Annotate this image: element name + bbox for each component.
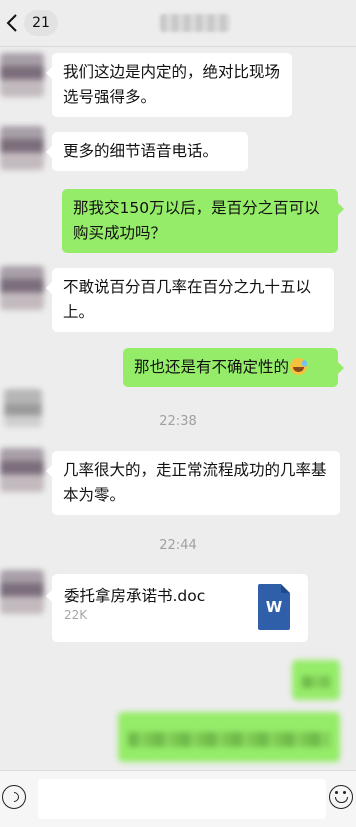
timestamp: 22:44 <box>159 538 197 553</box>
file-name: 委托拿房承诺书.doc <box>64 587 206 605</box>
chat-header: 21 <box>0 0 356 47</box>
message-bubble-incoming[interactable]: 我们这边是内定的，绝对比现场选号强得多。 <box>46 53 292 117</box>
chat-title-blurred <box>160 14 230 32</box>
voice-icon[interactable] <box>2 785 26 809</box>
doc-icon-letter: W <box>265 598 283 616</box>
message-bubble-incoming[interactable]: 几率很大的，走正常流程成功的几率基本为零。 <box>46 451 340 515</box>
chevron-left-icon <box>6 14 17 32</box>
message-bubble-outgoing[interactable]: 那我交150万以后，是百分之百可以购买成功吗？ <box>62 189 344 253</box>
sweat-laugh-emoji-icon <box>290 358 308 375</box>
input-bar <box>0 770 356 827</box>
message-bubble-outgoing[interactable]: 那也还是有不确定性的 <box>123 348 344 387</box>
file-message-card[interactable]: 委托拿房承诺书.doc 22K W <box>46 574 308 642</box>
contact-avatar[interactable] <box>0 448 44 492</box>
unread-count-badge: 21 <box>24 10 58 36</box>
message-text: 那也还是有不确定性的 <box>134 358 290 376</box>
message-bubble-outgoing-blurred[interactable] <box>292 660 340 700</box>
message-bubble-outgoing-blurred[interactable] <box>118 712 340 762</box>
file-size: 22K <box>64 608 88 622</box>
message-input[interactable] <box>38 779 326 819</box>
contact-avatar[interactable] <box>0 570 44 614</box>
emoji-icon[interactable] <box>329 785 353 809</box>
message-bubble-incoming[interactable]: 不敢说百分百几率在百分之九十五以上。 <box>46 268 334 332</box>
back-button[interactable]: 21 <box>4 10 58 36</box>
timestamp: 22:38 <box>159 414 197 429</box>
contact-avatar[interactable] <box>0 53 44 97</box>
contact-avatar[interactable] <box>0 266 44 310</box>
message-bubble-incoming[interactable]: 更多的细节语音电话。 <box>46 132 248 171</box>
word-doc-icon: W <box>258 584 290 630</box>
contact-avatar[interactable] <box>0 126 44 170</box>
